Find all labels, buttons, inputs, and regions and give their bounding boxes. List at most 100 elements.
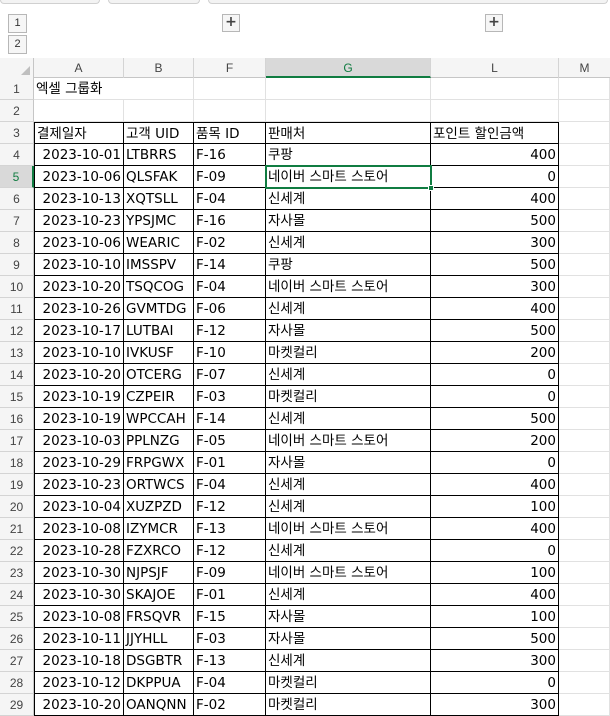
table-cell[interactable]: F-06 xyxy=(194,298,266,320)
table-cell[interactable]: FRSQVR xyxy=(124,606,194,628)
table-cell[interactable]: 0 xyxy=(431,166,559,188)
empty-cell[interactable] xyxy=(559,320,610,342)
table-cell[interactable]: 2023-10-04 xyxy=(34,496,124,518)
table-cell[interactable]: 2023-10-29 xyxy=(34,452,124,474)
empty-cell[interactable] xyxy=(559,474,610,496)
column-header-l[interactable]: L xyxy=(431,58,559,78)
row-header-6[interactable]: 6 xyxy=(0,188,34,210)
table-cell[interactable]: 자사몰 xyxy=(266,320,431,342)
row-header-15[interactable]: 15 xyxy=(0,386,34,408)
table-cell[interactable]: F-14 xyxy=(194,254,266,276)
table-cell[interactable]: 2023-10-20 xyxy=(34,694,124,716)
table-cell[interactable]: IZYMCR xyxy=(124,518,194,540)
row-header-1[interactable]: 1 xyxy=(0,78,34,100)
table-cell[interactable]: 신세계 xyxy=(266,650,431,672)
table-cell[interactable]: 2023-10-23 xyxy=(34,474,124,496)
table-cell[interactable]: 신세계 xyxy=(266,474,431,496)
table-cell[interactable]: 신세계 xyxy=(266,188,431,210)
table-cell[interactable]: 2023-10-26 xyxy=(34,298,124,320)
table-cell[interactable]: 2023-10-20 xyxy=(34,276,124,298)
empty-cell[interactable] xyxy=(431,100,559,122)
table-cell[interactable]: 500 xyxy=(431,628,559,650)
table-cell[interactable]: 신세계 xyxy=(266,408,431,430)
table-cell[interactable]: 마켓컬리 xyxy=(266,694,431,716)
column-header-f[interactable]: F xyxy=(194,58,266,78)
table-cell[interactable]: 2023-10-12 xyxy=(34,672,124,694)
row-header-25[interactable]: 25 xyxy=(0,606,34,628)
table-cell[interactable]: TSQCOG xyxy=(124,276,194,298)
table-cell[interactable]: 자사몰 xyxy=(266,606,431,628)
row-header-29[interactable]: 29 xyxy=(0,694,34,716)
table-cell[interactable]: 네이버 스마트 스토어 xyxy=(266,276,431,298)
empty-cell[interactable] xyxy=(559,122,610,144)
table-cell[interactable]: XUZPZD xyxy=(124,496,194,518)
table-header-cell[interactable]: 고객 UID xyxy=(124,122,194,144)
table-cell[interactable]: 400 xyxy=(431,518,559,540)
table-cell[interactable]: F-13 xyxy=(194,650,266,672)
table-cell[interactable]: 500 xyxy=(431,408,559,430)
column-header-a[interactable]: A xyxy=(34,58,124,78)
table-cell[interactable]: F-15 xyxy=(194,606,266,628)
row-header-24[interactable]: 24 xyxy=(0,584,34,606)
table-cell[interactable]: 2023-10-06 xyxy=(34,166,124,188)
table-cell[interactable]: ORTWCS xyxy=(124,474,194,496)
table-cell[interactable]: OTCERG xyxy=(124,364,194,386)
empty-cell[interactable] xyxy=(559,188,610,210)
row-header-27[interactable]: 27 xyxy=(0,650,34,672)
table-cell[interactable]: OANQNN xyxy=(124,694,194,716)
table-cell[interactable]: F-10 xyxy=(194,342,266,364)
table-cell[interactable]: F-12 xyxy=(194,320,266,342)
table-cell[interactable]: F-14 xyxy=(194,408,266,430)
table-cell[interactable]: 신세계 xyxy=(266,496,431,518)
empty-cell[interactable] xyxy=(266,78,431,100)
table-cell[interactable]: WEARIC xyxy=(124,232,194,254)
table-cell[interactable]: 마켓컬리 xyxy=(266,386,431,408)
table-cell[interactable]: 2023-10-03 xyxy=(34,430,124,452)
table-cell[interactable]: F-13 xyxy=(194,518,266,540)
column-header-g[interactable]: G xyxy=(266,58,431,78)
table-cell[interactable]: 2023-10-30 xyxy=(34,584,124,606)
table-cell[interactable]: DSGBTR xyxy=(124,650,194,672)
empty-cell[interactable] xyxy=(559,100,610,122)
table-cell[interactable]: 0 xyxy=(431,386,559,408)
row-header-2[interactable]: 2 xyxy=(0,100,34,122)
table-cell[interactable]: F-04 xyxy=(194,188,266,210)
empty-cell[interactable] xyxy=(559,78,610,100)
row-header-8[interactable]: 8 xyxy=(0,232,34,254)
table-cell[interactable]: DKPPUA xyxy=(124,672,194,694)
table-cell[interactable]: 300 xyxy=(431,232,559,254)
expand-group-button[interactable]: + xyxy=(485,14,503,32)
table-cell[interactable]: 신세계 xyxy=(266,540,431,562)
table-cell[interactable]: F-04 xyxy=(194,672,266,694)
empty-cell[interactable] xyxy=(559,386,610,408)
table-cell[interactable]: 400 xyxy=(431,298,559,320)
table-cell[interactable]: FRPGWX xyxy=(124,452,194,474)
empty-cell[interactable] xyxy=(559,276,610,298)
table-cell[interactable]: 300 xyxy=(431,694,559,716)
empty-cell[interactable] xyxy=(559,694,610,716)
table-cell[interactable]: F-07 xyxy=(194,364,266,386)
table-cell[interactable]: 0 xyxy=(431,364,559,386)
empty-cell[interactable] xyxy=(559,540,610,562)
row-header-11[interactable]: 11 xyxy=(0,298,34,320)
empty-cell[interactable] xyxy=(559,672,610,694)
outline-level-1-button[interactable]: 1 xyxy=(8,14,27,33)
table-cell[interactable]: 네이버 스마트 스토어 xyxy=(266,518,431,540)
table-cell[interactable]: 100 xyxy=(431,496,559,518)
table-cell[interactable]: F-01 xyxy=(194,452,266,474)
table-cell[interactable]: 2023-10-17 xyxy=(34,320,124,342)
row-header-23[interactable]: 23 xyxy=(0,562,34,584)
table-cell[interactable]: FZXRCO xyxy=(124,540,194,562)
table-cell[interactable]: 500 xyxy=(431,320,559,342)
empty-cell[interactable] xyxy=(559,364,610,386)
table-cell[interactable]: F-05 xyxy=(194,430,266,452)
select-all-corner[interactable] xyxy=(0,58,34,78)
empty-cell[interactable] xyxy=(559,144,610,166)
empty-cell[interactable] xyxy=(559,430,610,452)
table-cell[interactable]: 신세계 xyxy=(266,364,431,386)
table-header-cell[interactable]: 품목 ID xyxy=(194,122,266,144)
table-cell[interactable]: NJPSJF xyxy=(124,562,194,584)
table-cell[interactable]: WPCCAH xyxy=(124,408,194,430)
table-cell[interactable]: 쿠팡 xyxy=(266,254,431,276)
table-cell[interactable]: 400 xyxy=(431,474,559,496)
